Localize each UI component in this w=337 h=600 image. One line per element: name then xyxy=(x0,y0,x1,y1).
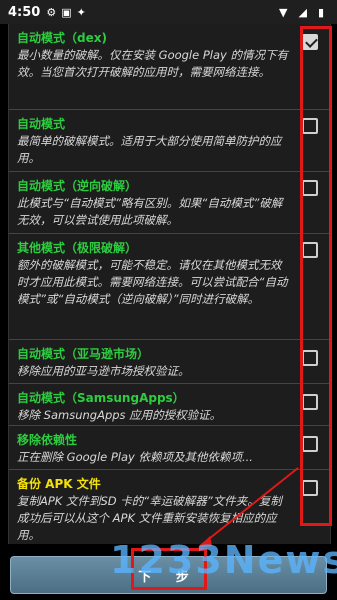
option-description: 移除 SamsungApps 应用的授权验证。 xyxy=(17,408,222,422)
option-auto-reverse[interactable]: 自动模式（逆向破解） 此模式与“自动模式”略有区别。如果“自动模式”破解无效，可… xyxy=(9,172,330,234)
option-auto[interactable]: 自动模式 最简单的破解模式。适用于大部分使用简单防护的应用。 xyxy=(9,110,330,172)
signal-icon: ◢ xyxy=(298,5,307,19)
option-title: 自动模式 xyxy=(17,117,66,131)
option-title: 移除依赖性 xyxy=(17,433,78,447)
option-samsung[interactable]: 自动模式（SamsungApps） 移除 SamsungApps 应用的授权验证… xyxy=(9,384,330,426)
option-title: 其他模式（极限破解） xyxy=(17,241,138,255)
option-checkbox[interactable] xyxy=(302,480,318,496)
option-auto-dex[interactable]: 自动模式（dex) 最小数量的破解。仅在安装 Google Play 的情况下有… xyxy=(9,24,330,110)
option-extreme[interactable]: 其他模式（极限破解） 额外的破解模式，可能不稳定。请仅在其他模式无效时才应用此模… xyxy=(9,234,330,340)
option-checkbox[interactable] xyxy=(302,118,318,134)
option-title: 自动模式（逆向破解） xyxy=(17,179,138,193)
patch-options-list: 自动模式（dex) 最小数量的破解。仅在安装 Google Play 的情况下有… xyxy=(8,24,331,544)
watermark-logo: 1233News xyxy=(110,538,337,582)
option-description: 最简单的破解模式。适用于大部分使用简单防护的应用。 xyxy=(17,134,282,165)
wifi-icon: ▼ xyxy=(279,5,288,19)
picture-icon: ▣ xyxy=(61,5,72,19)
option-description: 此模式与“自动模式”略有区别。如果“自动模式”破解无效，可以尝试使用此项破解。 xyxy=(17,196,283,227)
option-title: 备份 APK 文件 xyxy=(17,477,101,491)
option-checkbox[interactable] xyxy=(302,180,318,196)
settings-icon: ⚙ xyxy=(46,5,57,19)
option-checkbox[interactable] xyxy=(302,350,318,366)
option-checkbox[interactable] xyxy=(302,34,318,50)
option-amazon[interactable]: 自动模式（亚马逊市场） 移除应用的亚马逊市场授权验证。 xyxy=(9,340,330,384)
status-bar: 4:50 ⚙ ▣ ✦ ▼ ◢ ▮ xyxy=(0,0,337,24)
option-title: 自动模式（dex) xyxy=(17,31,107,45)
option-title: 自动模式（亚马逊市场） xyxy=(17,347,150,361)
option-remove-dependency[interactable]: 移除依赖性 正在删除 Google Play 依赖项及其他依赖项... xyxy=(9,426,330,470)
app-notification-icon: ✦ xyxy=(76,5,86,19)
option-backup-apk[interactable]: 备份 APK 文件 复制APK 文件到SD 卡的“幸运破解器”文件夹。复制成功后… xyxy=(9,470,330,544)
option-title: 自动模式（SamsungApps） xyxy=(17,391,185,405)
option-description: 移除应用的亚马逊市场授权验证。 xyxy=(17,364,190,378)
option-description: 复制APK 文件到SD 卡的“幸运破解器”文件夹。复制成功后可以从这个 APK … xyxy=(17,494,282,542)
option-description: 最小数量的破解。仅在安装 Google Play 的情况下有效。当您首次打开破解… xyxy=(17,48,289,79)
status-time: 4:50 xyxy=(8,4,41,20)
option-checkbox[interactable] xyxy=(302,394,318,410)
option-description: 额外的破解模式，可能不稳定。请仅在其他模式无效时才应用此模式。需要网络连接。可以… xyxy=(17,258,288,306)
battery-icon: ▮ xyxy=(317,5,324,19)
option-checkbox[interactable] xyxy=(302,436,318,452)
option-checkbox[interactable] xyxy=(302,242,318,258)
option-description: 正在删除 Google Play 依赖项及其他依赖项... xyxy=(17,450,253,464)
